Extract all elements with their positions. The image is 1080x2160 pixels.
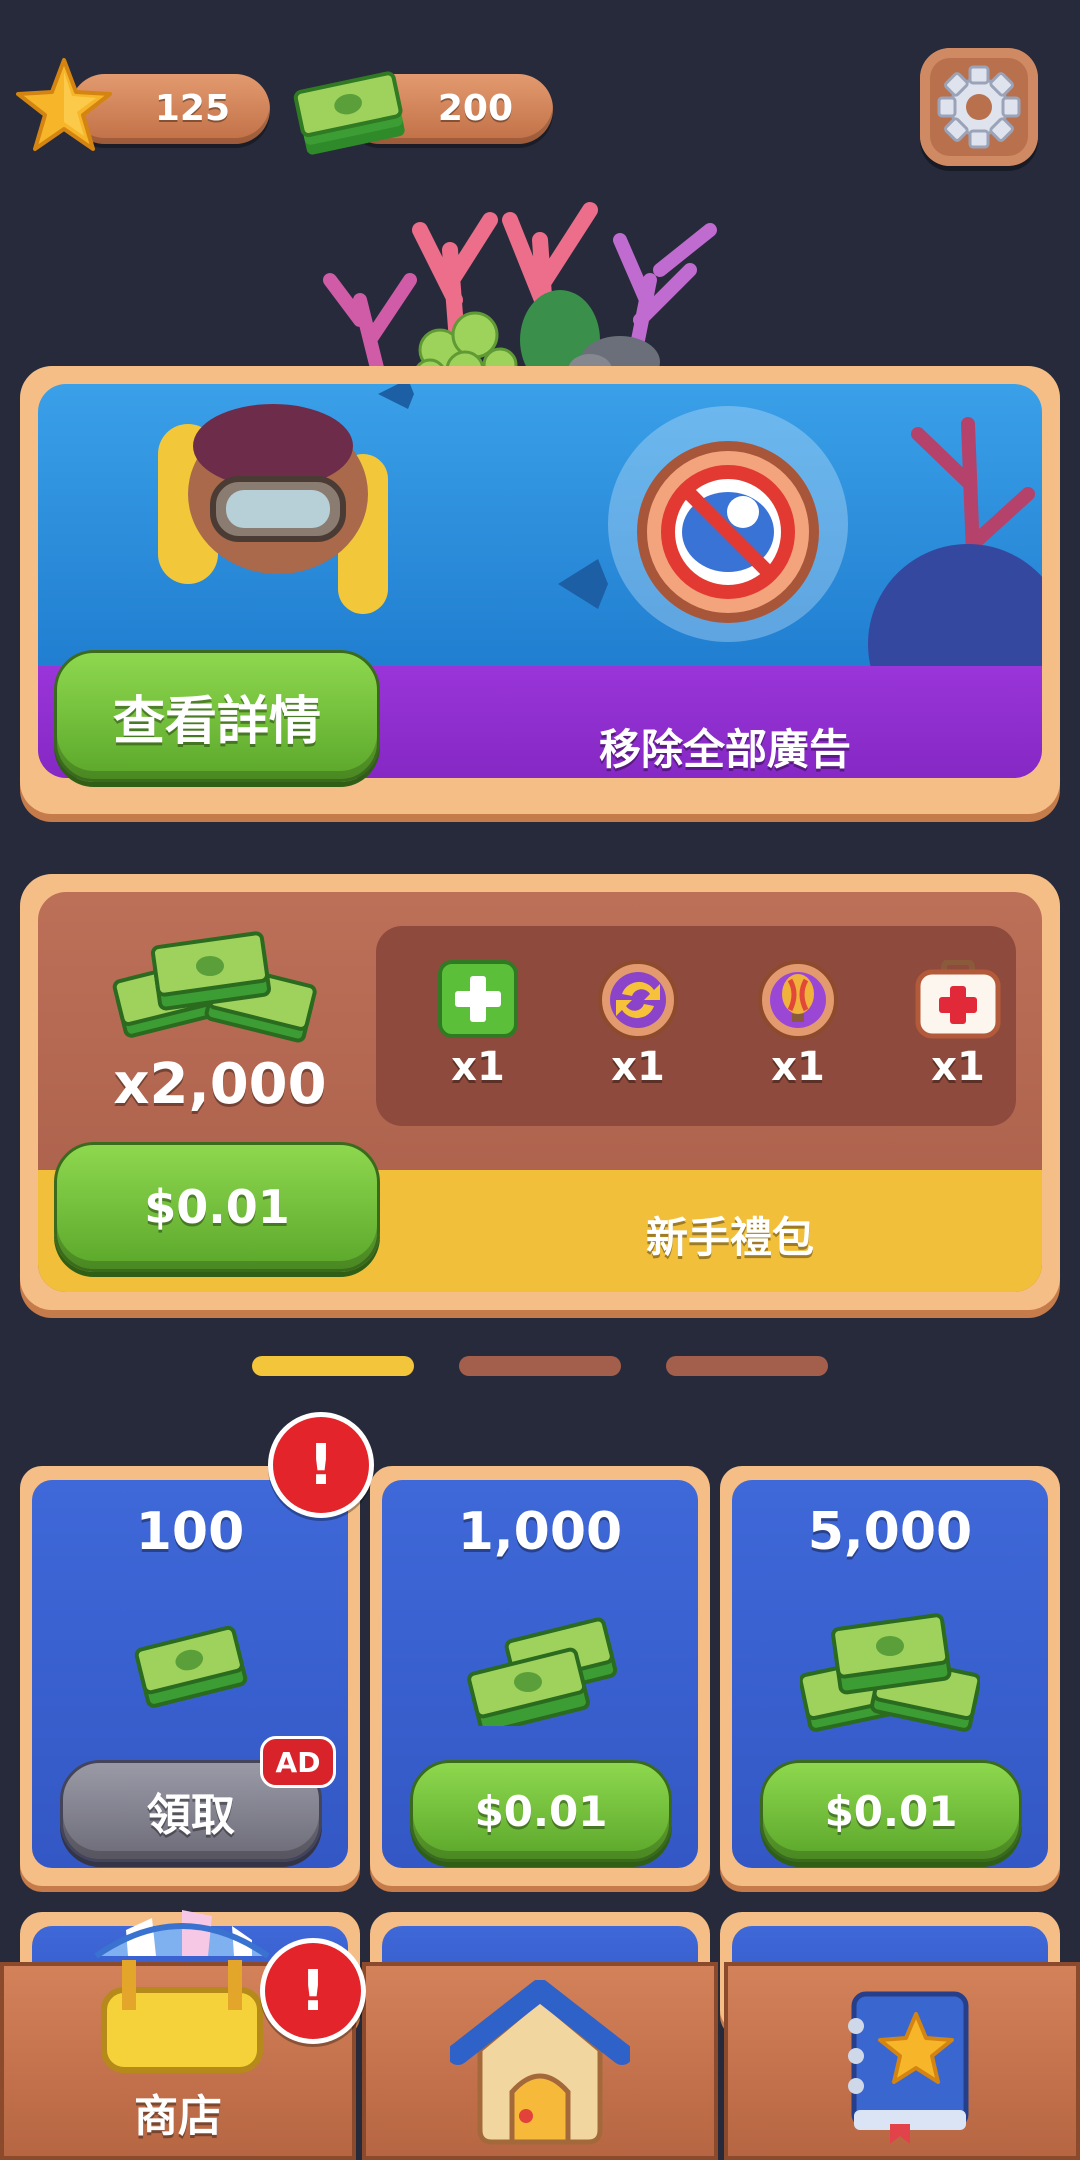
pager-dot-active[interactable]	[252, 1356, 414, 1376]
item-count: x1	[931, 1044, 985, 1090]
starter-cash-amount: x2,000	[113, 1052, 327, 1117]
swap-icon	[598, 960, 678, 1040]
item-count: x1	[451, 1044, 505, 1090]
gear-icon	[937, 65, 1021, 149]
collection-book-icon	[830, 1986, 980, 2146]
buy-button[interactable]: $0.01	[410, 1760, 672, 1862]
shop-item-card: 1,000 $0.01	[370, 1466, 710, 1886]
cash-icon	[130, 1618, 250, 1708]
cash-count: 200	[437, 88, 513, 129]
alert-badge: !	[268, 1412, 374, 1518]
pager-dot[interactable]	[666, 1356, 828, 1376]
item-medkit: x1	[898, 959, 1018, 1090]
item-swap: x1	[578, 960, 698, 1090]
cash-icon	[290, 68, 410, 158]
green-plus-icon	[438, 960, 518, 1038]
starter-pack-card: x2,000 x1 x1 x1 x1 新手禮包 $0.01	[20, 874, 1060, 1310]
shop-item-card: 100 領取 AD	[20, 1466, 360, 1886]
buy-button[interactable]: $0.01	[760, 1760, 1022, 1862]
shop-alert-badge: !	[260, 1938, 366, 2044]
shop-item-amount: 5,000	[807, 1502, 973, 1562]
diver	[158, 404, 388, 614]
no-ads-icon	[637, 441, 819, 623]
medkit-icon	[915, 959, 1001, 1039]
shop-item-card: 5,000 $0.01	[720, 1466, 1060, 1886]
home-icon	[447, 1979, 633, 2150]
ad-badge: AD	[260, 1736, 336, 1788]
remove-ads-banner: 移除全部廣告 查看詳情	[20, 366, 1060, 814]
balloon-icon	[758, 960, 838, 1040]
cash-stack-icon	[798, 1592, 982, 1732]
fish-silhouettes	[378, 384, 608, 609]
nav-shop-label: 商店	[134, 2091, 222, 2142]
banner-title: 移除全部廣告	[598, 725, 851, 774]
shop-item-amount: 1,000	[457, 1502, 623, 1562]
coral-decoration	[290, 190, 770, 392]
shop-icon	[82, 1900, 282, 2080]
item-balloon: x1	[738, 960, 858, 1090]
star-count: 125	[154, 88, 230, 129]
cash-stack-icon	[100, 914, 320, 1044]
item-count: x1	[771, 1044, 825, 1090]
item-count: x1	[611, 1044, 665, 1090]
starter-pack-title: 新手禮包	[645, 1213, 814, 1262]
item-heal: x1	[418, 960, 538, 1090]
pager-dot[interactable]	[459, 1356, 621, 1376]
star-icon	[14, 56, 114, 156]
cash-stack-icon	[460, 1596, 620, 1734]
settings-button[interactable]	[920, 48, 1038, 166]
view-details-button[interactable]: 查看詳情	[54, 650, 380, 782]
starter-price-button[interactable]: $0.01	[54, 1142, 380, 1272]
banner-underwater-scene	[38, 384, 1042, 684]
